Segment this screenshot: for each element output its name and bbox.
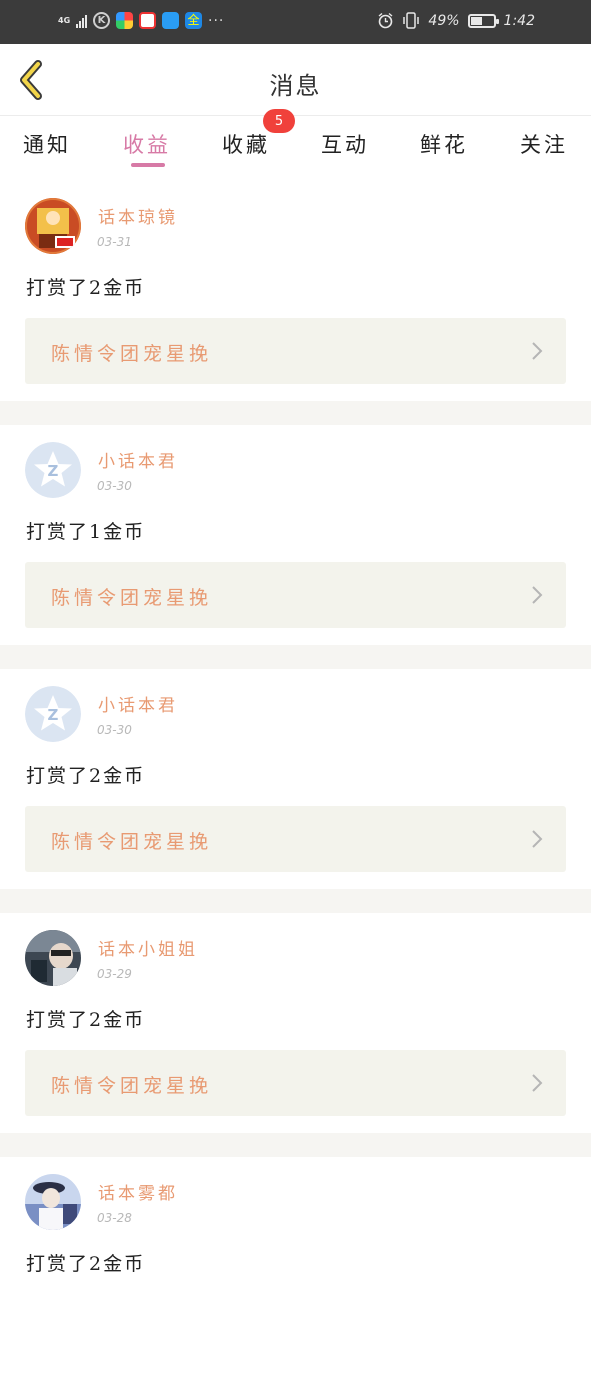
message-date: 03-30 [97,479,132,493]
chevron-right-icon [532,830,543,848]
message-card: 话本雾都 03-28 打赏了2金币 [0,1157,591,1377]
avatar[interactable] [25,930,81,986]
book-link[interactable]: 陈情令团宠星挽 [25,1050,566,1116]
tab-favorites[interactable]: 收藏 [216,129,276,159]
message-text: 打赏了2金币 [26,1009,146,1031]
message-card: Z 小话本君 03-30 打赏了1金币 陈情令团宠星挽 [0,425,591,645]
book-title: 陈情令团宠星挽 [51,1075,213,1097]
favorites-count-badge: 5 [263,109,295,133]
book-link[interactable]: 陈情令团宠星挽 [25,318,566,384]
avatar[interactable] [25,198,81,254]
sender-name[interactable]: 话本小姐姐 [98,935,198,960]
battery-icon [467,13,499,28]
app-icon-3 [162,12,179,29]
active-tab-indicator [131,163,165,167]
vibrate-icon [403,12,420,29]
k-icon: K [93,12,110,29]
chevron-right-icon [532,342,543,360]
network-type: 4G [58,16,71,25]
book-title: 陈情令团宠星挽 [51,831,213,853]
sender-name[interactable]: 小话本君 [98,691,178,716]
message-card: 话本小姐姐 03-29 打赏了2金币 陈情令团宠星挽 [0,913,591,1133]
tab-follows[interactable]: 关注 [514,129,574,159]
battery-percent: 49% [428,12,460,29]
tab-flowers[interactable]: 鲜花 [414,129,474,159]
message-date: 03-30 [97,723,132,737]
book-link[interactable]: 陈情令团宠星挽 [25,806,566,872]
app-icon-1 [116,12,133,29]
sender-name[interactable]: 话本雾都 [98,1179,178,1204]
message-date: 03-29 [97,967,132,981]
avatar[interactable]: Z [25,686,81,742]
signal-icon [76,14,87,28]
svg-text:Z: Z [48,462,59,480]
alarm-icon [378,12,393,29]
book-title: 陈情令团宠星挽 [51,587,213,609]
divider [0,889,591,913]
divider [0,645,591,669]
message-text: 打赏了2金币 [26,765,146,787]
chevron-right-icon [532,586,543,604]
book-title: 陈情令团宠星挽 [51,343,213,365]
app-icon-4: 全 [185,12,202,29]
app-icon-2 [139,12,156,29]
tab-interactions[interactable]: 互动 [315,129,375,159]
header: 消息 [0,44,591,116]
message-text: 打赏了2金币 [26,1253,146,1275]
tab-earnings[interactable]: 收益 [117,129,177,159]
divider [0,401,591,425]
svg-text:Z: Z [48,706,59,724]
avatar[interactable]: Z [25,442,81,498]
avatar[interactable] [25,1174,81,1230]
message-date: 03-28 [97,1211,132,1225]
divider [0,1133,591,1157]
status-bar: 4G K 全 ··· 49% 1:42 [0,0,591,44]
more-dots-icon: ··· [208,12,225,29]
tab-bar: 通知 收益 收藏 互动 鲜花 关注 [0,117,591,181]
sender-name[interactable]: 话本琼镜 [98,203,178,228]
sender-name[interactable]: 小话本君 [98,447,178,472]
message-text: 打赏了1金币 [26,521,146,543]
message-card: Z 小话本君 03-30 打赏了2金币 陈情令团宠星挽 [0,669,591,889]
tab-notifications[interactable]: 通知 [17,129,77,159]
book-link[interactable]: 陈情令团宠星挽 [25,562,566,628]
message-list: 话本琼镜 03-31 打赏了2金币 陈情令团宠星挽 Z 小话本君 03-30 打… [0,181,591,1377]
clock: 1:42 [503,12,535,29]
message-date: 03-31 [97,235,132,249]
page-title: 消息 [269,72,322,100]
message-card: 话本琼镜 03-31 打赏了2金币 陈情令团宠星挽 [0,181,591,401]
message-text: 打赏了2金币 [26,277,146,299]
chevron-right-icon [532,1074,543,1092]
